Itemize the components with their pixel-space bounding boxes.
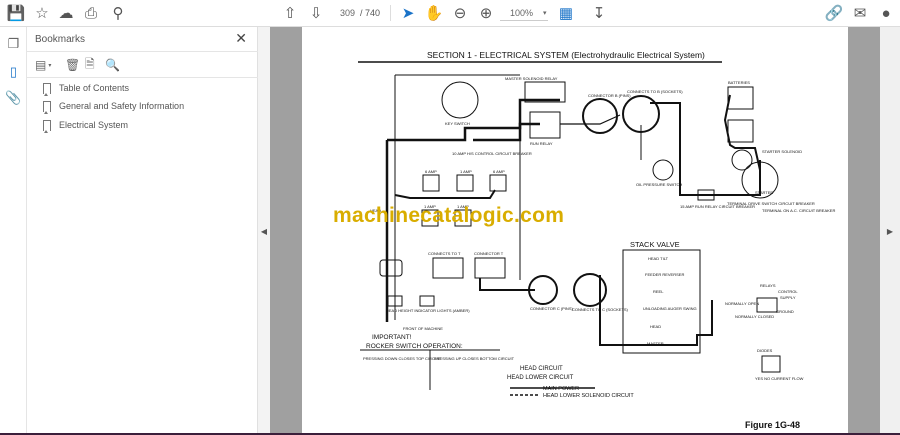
pdf-page: SECTION 1 - ELECTRICAL SYSTEM (Electrohy… [302, 27, 848, 435]
panel-title: Bookmarks [35, 34, 86, 45]
new-bookmark-icon[interactable]: 🗎 [85, 57, 95, 73]
label: NORMALLY CLOSED [735, 314, 774, 319]
label: DIODES [757, 348, 773, 353]
label: PRESSING DOWN CLOSES TOP CIRCUIT [363, 356, 442, 361]
figure-caption: Figure 1G-48 [745, 420, 801, 430]
toolbar-divider [390, 5, 391, 21]
chevron-right-icon: ▶ [886, 226, 894, 236]
chevron-left-icon: ◀ [260, 226, 268, 236]
label: RUN RELAY [530, 141, 553, 146]
label: MASTER SOLENOID RELAY [505, 76, 558, 81]
label: BATTERIES [728, 80, 750, 85]
scroll-mode-icon[interactable]: ↧ [589, 4, 609, 22]
label: CONNECTS TO T [428, 251, 461, 256]
label: FRONT OF MACHINE [403, 326, 443, 331]
bookmark-label: Table of Contents [59, 83, 130, 93]
label: CONNECTS TO C (SOCKETS) [572, 307, 629, 312]
bookmark-icon [43, 82, 51, 96]
bookmark-item[interactable]: General and Safety Information [43, 98, 184, 114]
zoom-value: 100% [510, 7, 534, 18]
chevron-down-icon: ▾ [543, 9, 547, 17]
wiring-diagram: SECTION 1 - ELECTRICAL SYSTEM (Electrohy… [358, 50, 835, 399]
left-navigation-strip: ❐ ▯ 📎 [0, 27, 27, 435]
label: MAIN POWER [543, 386, 579, 392]
bookmark-icon [43, 119, 51, 133]
collapse-panel-button[interactable]: ◀ [258, 27, 270, 435]
label: TERMINAL ON A.C. CIRCUIT BREAKER [762, 208, 835, 213]
label: RELAYS [760, 283, 776, 288]
select-tool-icon[interactable]: ➤ [398, 4, 418, 22]
zoom-select[interactable]: 100% ▾ [500, 5, 548, 21]
label: HEAD [650, 324, 661, 329]
label: CONTROL [778, 289, 798, 294]
label: MASTER [647, 341, 664, 346]
page-number-input[interactable]: 309 [309, 5, 359, 21]
page-title: SECTION 1 - ELECTRICAL SYSTEM (Electrohy… [427, 50, 705, 60]
label: TERMINAL DRIVE SWITCH CIRCUIT BREAKER [727, 201, 815, 206]
expand-right-pane-button[interactable]: ▶ [880, 27, 900, 435]
label: ROCKER SWITCH OPERATION: [366, 343, 463, 350]
label: 1 AMP [460, 169, 472, 174]
hand-tool-icon[interactable]: ✋ [424, 4, 444, 22]
bookmarks-icon[interactable]: ▯ [5, 63, 22, 80]
page-total: / 740 [360, 8, 381, 18]
label: HEAD LOWER CIRCUIT [507, 375, 574, 381]
share-link-icon[interactable]: 🔗 [824, 4, 844, 22]
label: 10 AMP H/S CONTROL CIRCUIT BREAKER [452, 151, 532, 156]
upload-cloud-icon[interactable]: ☁ [56, 4, 76, 22]
search-icon[interactable]: ⚲ [108, 4, 128, 22]
page-fit-icon[interactable]: ▦ [556, 4, 576, 22]
account-icon[interactable]: ● [876, 4, 896, 22]
label: GROUND [776, 309, 794, 314]
bookmarks-panel: Bookmarks ✕ ▤ ▾ 🗑 🗎 🔍 Table of Contents G… [27, 27, 258, 435]
label: 6 AMP [425, 169, 437, 174]
label: REEL [653, 289, 664, 294]
label: YES NO CURRENT FLOW [755, 376, 804, 381]
bookmark-item[interactable]: Table of Contents [43, 80, 129, 96]
options-menu-icon[interactable]: ▤ ▾ [35, 57, 51, 73]
bookmark-icon [43, 100, 51, 114]
email-icon[interactable]: ✉ [850, 4, 870, 22]
close-icon[interactable]: ✕ [235, 30, 247, 47]
find-bookmark-icon[interactable]: 🔍 [105, 57, 120, 73]
label: HEAD HEIGHT INDICATOR LIGHTS (AMBER) [386, 308, 470, 313]
label: UNLOADING AUGER SWING [643, 306, 697, 311]
previous-page-icon[interactable]: ⇧ [280, 4, 300, 22]
label: CONNECTOR T [474, 251, 504, 256]
bookmark-star-icon[interactable]: ☆ [32, 4, 52, 22]
print-icon[interactable]: ⎙ [81, 4, 101, 22]
label: PRESSING UP CLOSES BOTTOM CIRCUIT [434, 356, 515, 361]
label: IMPORTANT! [372, 334, 412, 341]
label: HEAD LOWER SOLENOID CIRCUIT [543, 393, 634, 399]
label: STARTER SOLENOID [762, 149, 802, 154]
label: STACK VALVE [630, 240, 680, 249]
label: SUPPLY [780, 295, 796, 300]
save-icon[interactable]: 💾 [6, 4, 26, 22]
label: NORMALLY OPEN [725, 301, 759, 306]
label: FEEDER REVERSER [645, 272, 684, 277]
top-toolbar: 💾 ☆ ☁ ⎙ ⚲ ⇧ ⇩ 309 / 740 ➤ ✋ ⊖ ⊕ 100% ▾ ▦ … [0, 0, 900, 27]
bookmark-label: Electrical System [59, 120, 129, 130]
attachments-icon[interactable]: 📎 [5, 89, 22, 106]
delete-icon[interactable]: 🗑 [65, 57, 80, 73]
bookmarks-toolbar: ▤ ▾ 🗑 🗎 🔍 [27, 51, 258, 78]
bookmark-label: General and Safety Information [59, 101, 185, 111]
label: HEAD TILT [648, 256, 669, 261]
label: OIL PRESSURE SWITCH [636, 182, 682, 187]
bookmark-item[interactable]: Electrical System [43, 117, 128, 133]
zoom-out-icon[interactable]: ⊖ [450, 4, 470, 22]
watermark: machinecatalogic.com [333, 204, 565, 227]
page-thumbnails-icon[interactable]: ❐ [5, 35, 22, 52]
label: HEAD CIRCUIT [520, 366, 563, 372]
label: CONNECTS TO B (SOCKETS) [627, 89, 683, 94]
label: CONNECTOR C (PINS) [530, 306, 573, 311]
zoom-in-icon[interactable]: ⊕ [476, 4, 496, 22]
label: STARTER [755, 190, 773, 195]
label: 6 AMP [493, 169, 505, 174]
label: KEY SWITCH [445, 121, 470, 126]
label: CONNECTOR B (PINS) [588, 93, 631, 98]
